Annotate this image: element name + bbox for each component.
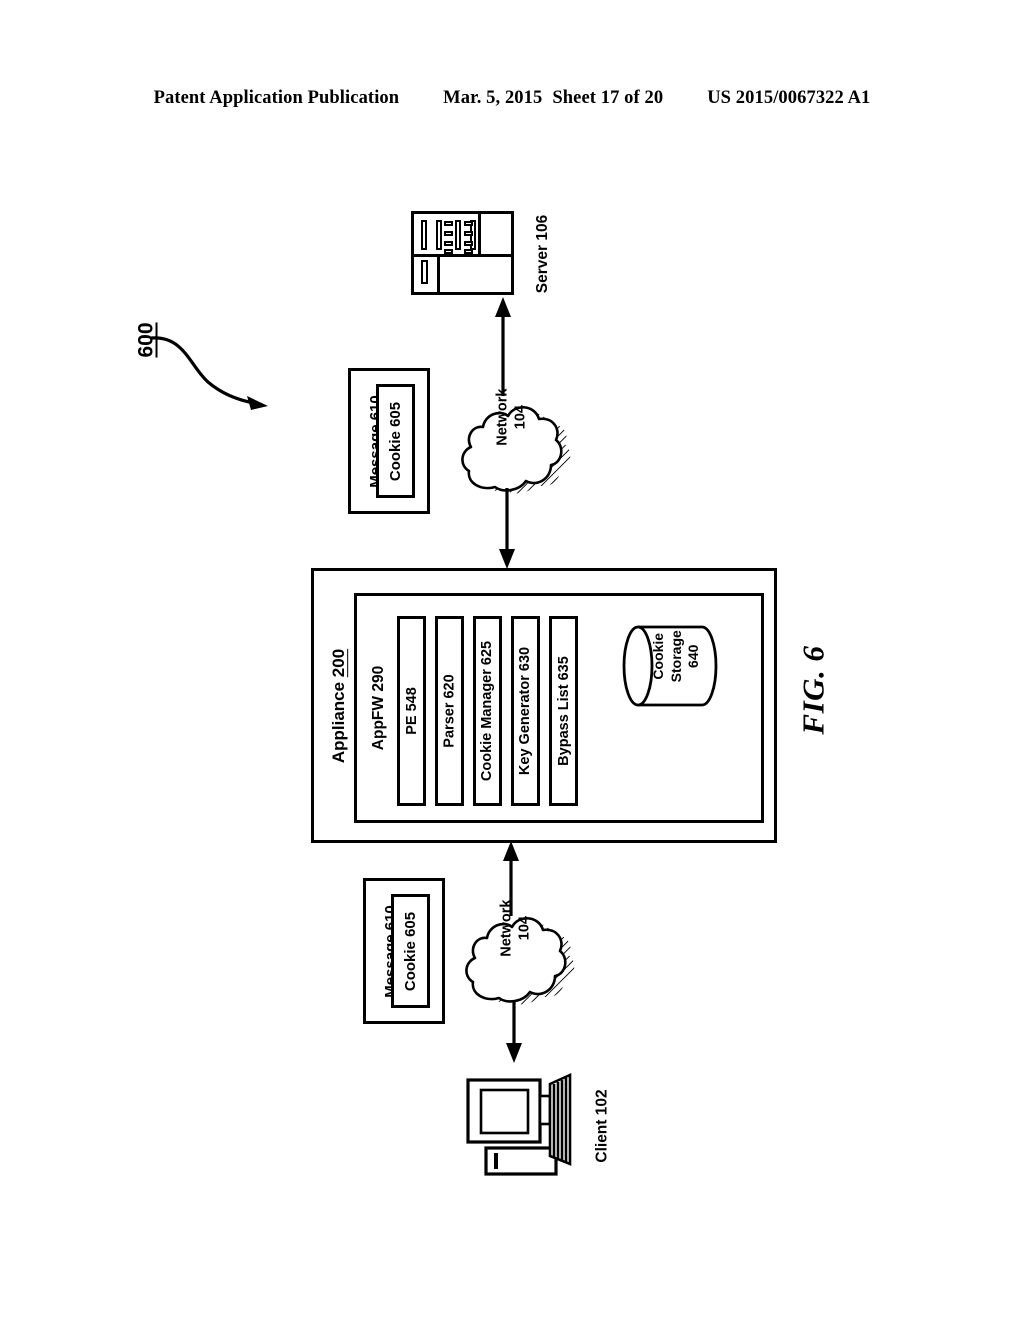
server-bar — [455, 220, 461, 250]
appliance-label: Appliance 200 — [322, 571, 356, 840]
component-pe: PE 548 — [397, 616, 426, 806]
network-number: 104 — [512, 405, 529, 430]
cookie-box: Cookie 605 — [391, 894, 430, 1008]
network-label: Network 104 — [487, 900, 539, 994]
appfw-component-list: PE 548 Parser 620 Cookie Manager 625 Key… — [397, 616, 578, 806]
server-bar — [436, 220, 442, 250]
cookie-label: Cookie 605 — [387, 401, 404, 481]
server-chip — [444, 221, 453, 226]
network-name: Network — [498, 899, 515, 957]
figure-6-diagram: Server 106 600 Message 610 Cookie 605 Ne… — [0, 0, 1024, 1320]
client-shape — [466, 1072, 572, 1176]
server-bar — [421, 220, 427, 250]
arrow-network-to-client — [506, 1000, 522, 1063]
network-name: Network — [494, 388, 511, 446]
cookie-storage-line2: Storage — [667, 630, 684, 683]
network-cloud-client-side: Network 104 — [465, 900, 575, 1006]
cookie-storage-cylinder: Cookie Storage 640 — [621, 624, 719, 708]
server-chip — [444, 241, 453, 246]
server-top-right-panel — [478, 214, 511, 254]
arrow-network-to-appliance — [499, 488, 515, 569]
server-icon — [411, 211, 514, 295]
cookie-label: Cookie 605 — [402, 911, 419, 991]
figure-label: FIG. 6 — [796, 645, 832, 735]
server-chip — [464, 241, 473, 246]
component-cookie-manager: Cookie Manager 625 — [473, 616, 502, 806]
message-box-client-side: Message 610 Cookie 605 — [363, 878, 445, 1024]
appliance-container: Appliance 200 AppFW 290 PE 548 Parser 62… — [311, 568, 777, 843]
server-bottom-left-bay — [414, 254, 440, 292]
appliance-name: Appliance — [329, 676, 348, 763]
server-bottom-panel — [414, 254, 511, 292]
appfw-container: AppFW 290 PE 548 Parser 620 Cookie Manag… — [354, 593, 764, 823]
server-chip — [464, 221, 473, 226]
message-box-server-side: Message 610 Cookie 605 — [348, 368, 430, 514]
client-computer-icon — [464, 1058, 594, 1188]
server-top-panel — [414, 214, 511, 257]
server-chip — [464, 231, 473, 236]
client-label: Client 102 — [594, 1089, 612, 1163]
network-cloud-server-side: Network 104 — [461, 389, 571, 495]
server-drive-slot — [421, 260, 428, 284]
reference-leader-arrow — [150, 336, 268, 410]
appliance-number: 200 — [329, 648, 348, 677]
component-bypass-list: Bypass List 635 — [549, 616, 578, 806]
appfw-label: AppFW 290 — [370, 665, 387, 751]
server-chip — [444, 231, 453, 236]
cookie-box: Cookie 605 — [376, 384, 415, 498]
network-label: Network 104 — [483, 389, 535, 483]
server-label: Server 106 — [534, 214, 551, 293]
cookie-storage-line3: 640 — [684, 644, 701, 668]
cookie-storage-label: Cookie Storage 640 — [647, 630, 705, 702]
arrow-network-to-server — [495, 297, 511, 396]
cookie-storage-line1: Cookie — [649, 632, 666, 680]
component-parser: Parser 620 — [435, 616, 464, 806]
network-number: 104 — [516, 916, 533, 941]
component-key-generator: Key Generator 630 — [511, 616, 540, 806]
